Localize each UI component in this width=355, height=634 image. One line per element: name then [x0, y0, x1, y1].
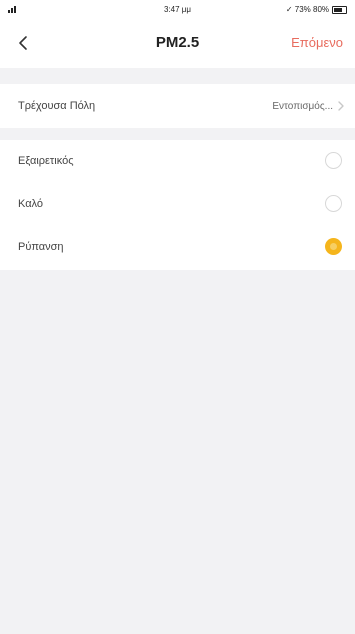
option-item-excellent[interactable]: Εξαιρετικός [0, 140, 355, 184]
nav-bar: PM2.5 Επόμενο [0, 20, 355, 68]
next-button[interactable]: Επόμενο [291, 35, 343, 50]
option-item-pollution[interactable]: Ρύπανση [0, 226, 355, 270]
battery-icon [332, 5, 347, 14]
option-item-good[interactable]: Καλό [0, 183, 355, 227]
option-list: Εξαιρετικός Καλό Ρύπανση [0, 140, 355, 270]
status-bar: 3:47 μμ ✓ 73% 80% [0, 0, 355, 20]
option-label: Εξαιρετικός [18, 155, 74, 167]
status-right-text: ✓ 73% 80% [285, 5, 329, 14]
current-city-value: Εντοπισμός... [272, 100, 333, 112]
radio-button[interactable] [325, 152, 342, 169]
radio-button[interactable] [325, 195, 342, 212]
status-right: ✓ 73% 80% [286, 5, 347, 14]
current-city-label: Τρέχουσα Πόλη [18, 100, 96, 112]
chevron-right-icon [338, 101, 344, 111]
radio-button-selected[interactable] [325, 238, 342, 255]
option-label: Ρύπανση [18, 241, 64, 253]
option-label: Καλό [18, 198, 44, 210]
current-city-row[interactable]: Τρέχουσα Πόλη Εντοπισμός... [0, 84, 355, 128]
screen: 3:47 μμ ✓ 73% 80% PM2.5 Επόμενο Τρέχουσα… [0, 0, 355, 634]
